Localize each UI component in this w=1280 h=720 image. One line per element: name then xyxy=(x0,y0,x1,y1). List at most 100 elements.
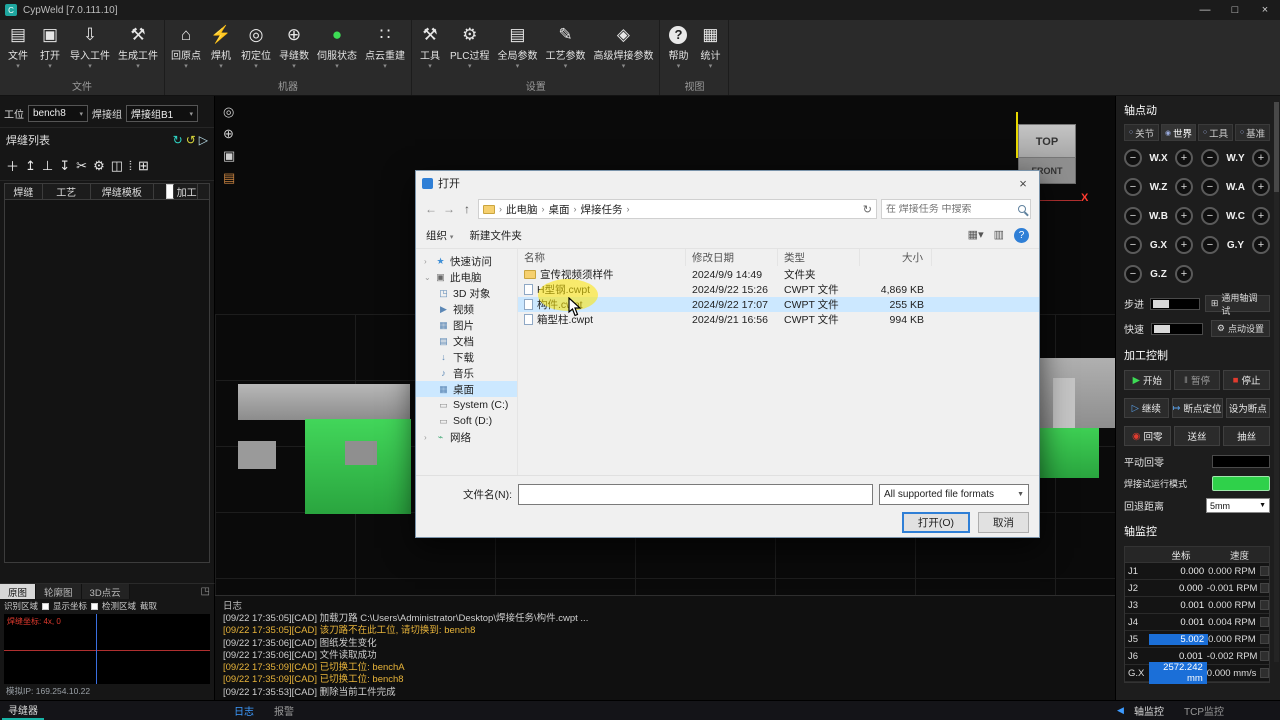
breadcrumb[interactable]: › 此电脑 › 桌面 › 焊接任务 › ↻ xyxy=(478,199,877,219)
new-folder-button[interactable]: 新建文件夹 xyxy=(469,228,522,243)
move-bottom-icon[interactable]: ↧ xyxy=(59,158,70,174)
seam-table-body[interactable] xyxy=(5,200,209,562)
sidebar-item-drive-d[interactable]: ▭Soft (D:) xyxy=(416,413,517,429)
start-button[interactable]: ▶开始 xyxy=(1124,370,1171,390)
jog-minus-button[interactable]: − xyxy=(1201,149,1219,167)
axis-debug-button[interactable]: ⊞通用轴调试 xyxy=(1205,295,1270,312)
tab-seam-finder[interactable]: 寻缝器 xyxy=(2,701,44,720)
tab-world[interactable]: ◉世界 xyxy=(1161,124,1196,141)
breadcrumb-this-pc[interactable]: 此电脑 xyxy=(506,202,538,217)
tab-contour-image[interactable]: 轮廓图 xyxy=(36,584,82,599)
camera-tool-icon[interactable]: ⊕ xyxy=(223,126,235,142)
open-button[interactable]: 打开(O) xyxy=(902,512,970,533)
refresh-cycle-icon[interactable]: ↻ xyxy=(173,133,183,147)
column-header-size[interactable]: 大小 xyxy=(860,249,932,266)
column-header-machining[interactable]: 加工 xyxy=(154,184,209,199)
play-outline-icon[interactable]: ▷ xyxy=(199,133,208,147)
ribbon-item-process-params[interactable]: ✎工艺参数▾ xyxy=(541,24,589,71)
close-button[interactable]: × xyxy=(1250,0,1280,20)
slider-handle[interactable] xyxy=(1153,300,1169,308)
jog-plus-button[interactable]: + xyxy=(1252,236,1270,254)
ribbon-item-servo-status[interactable]: ●伺服状态▾ xyxy=(313,24,361,71)
jog-minus-button[interactable]: − xyxy=(1124,207,1142,225)
tab-joint[interactable]: ○关节 xyxy=(1124,124,1159,141)
grid-icon[interactable]: ⊞ xyxy=(138,158,149,174)
dialog-help-icon[interactable]: ? xyxy=(1014,228,1029,243)
jog-minus-button[interactable]: − xyxy=(1201,207,1219,225)
detect-area-checkbox[interactable] xyxy=(91,603,98,610)
jog-plus-button[interactable]: + xyxy=(1175,236,1193,254)
axis-option-icon[interactable] xyxy=(1260,583,1269,593)
maximize-button[interactable]: □ xyxy=(1220,0,1250,20)
tab-tool[interactable]: ○工具 xyxy=(1198,124,1233,141)
sidebar-item-this-pc[interactable]: ⌄▣此电脑 xyxy=(416,269,517,285)
sidebar-item-3d-objects[interactable]: ◳3D 对象 xyxy=(416,285,517,301)
jog-plus-button[interactable]: + xyxy=(1252,207,1270,225)
jog-minus-button[interactable]: − xyxy=(1124,178,1142,196)
ribbon-item-home-origin[interactable]: ⌂回原点▾ xyxy=(167,24,205,71)
ribbon-item-global-params[interactable]: ▤全局参数▾ xyxy=(493,24,541,71)
organize-button[interactable]: 组织 ▾ xyxy=(426,228,453,243)
jog-plus-button[interactable]: + xyxy=(1175,265,1193,283)
refresh-icon[interactable]: ↻ xyxy=(863,203,872,216)
workpiece-gray-notch[interactable] xyxy=(345,441,377,465)
sidebar-item-network[interactable]: ›⌁网络 xyxy=(416,429,517,445)
ribbon-item-welder[interactable]: ⚡焊机▾ xyxy=(205,24,237,71)
orbit-tool-icon[interactable]: ◎ xyxy=(223,104,235,120)
jog-plus-button[interactable]: + xyxy=(1175,149,1193,167)
wire-feed-button[interactable]: 送丝 xyxy=(1174,426,1221,446)
workpiece-green-slab[interactable] xyxy=(305,419,411,514)
ribbon-item-help[interactable]: ?帮助▾ xyxy=(662,24,694,71)
weld-group-select[interactable]: 焊接组B1▾ xyxy=(126,105,198,122)
minimize-button[interactable]: — xyxy=(1190,0,1220,20)
add-seam-icon[interactable]: ＋ xyxy=(6,156,19,175)
loop-icon[interactable]: ↺ xyxy=(186,133,196,147)
jog-plus-button[interactable]: + xyxy=(1175,178,1193,196)
pan-home-indicator[interactable] xyxy=(1212,455,1270,468)
jog-minus-button[interactable]: − xyxy=(1124,149,1142,167)
panel-scrollbar[interactable] xyxy=(1274,102,1279,662)
preview-pane-icon[interactable]: ▥ xyxy=(994,228,1004,243)
ribbon-item-initial-position[interactable]: ◎初定位▾ xyxy=(237,24,275,71)
view-cube-top-face[interactable]: TOP xyxy=(1018,124,1076,158)
tab-datum[interactable]: ○基准 xyxy=(1235,124,1270,141)
folder-tool-icon[interactable]: ▤ xyxy=(223,170,235,186)
axis-option-icon[interactable] xyxy=(1260,634,1269,644)
axis-option-icon[interactable] xyxy=(1260,600,1269,610)
sidebar-item-quick-access[interactable]: ›★快速访问 xyxy=(416,253,517,269)
jog-minus-button[interactable]: − xyxy=(1201,236,1219,254)
wire-back-button[interactable]: 抽丝 xyxy=(1223,426,1270,446)
dry-run-toggle[interactable] xyxy=(1212,476,1270,491)
axis-option-icon[interactable] xyxy=(1260,617,1269,627)
collapse-panel-icon[interactable]: ◀ xyxy=(1117,701,1124,720)
sidebar-item-documents[interactable]: ▤文档 xyxy=(416,333,517,349)
filename-input[interactable] xyxy=(518,484,873,505)
jog-plus-button[interactable]: + xyxy=(1252,178,1270,196)
slider-handle[interactable] xyxy=(1154,325,1170,333)
ribbon-item-generate-workpiece[interactable]: ⚒生成工件▾ xyxy=(114,24,162,71)
search-box[interactable] xyxy=(881,199,1031,219)
up-icon[interactable]: ↑ xyxy=(460,202,474,216)
sidebar-item-desktop[interactable]: ▦桌面 xyxy=(416,381,517,397)
monitor-row-j5[interactable]: J55.0020.000 RPM xyxy=(1125,631,1269,648)
mirror-icon[interactable]: ◫ xyxy=(111,158,123,174)
ribbon-item-file[interactable]: ▤文件▾ xyxy=(2,24,34,71)
back-icon[interactable]: ← xyxy=(424,202,438,216)
view-mode-icon[interactable]: ▦▾ xyxy=(968,228,984,243)
file-row-folder[interactable]: 宣传视频须样件 2024/9/9 14:49 文件夹 xyxy=(518,267,1039,282)
column-header-process[interactable]: 工艺 xyxy=(43,184,91,199)
column-header-name[interactable]: 名称 xyxy=(518,249,686,266)
sidebar-item-music[interactable]: ♪音乐 xyxy=(416,365,517,381)
column-header-date[interactable]: 修改日期 xyxy=(686,249,778,266)
breadcrumb-weld-tasks[interactable]: 焊接任务 xyxy=(581,202,623,217)
search-input[interactable] xyxy=(886,204,1018,215)
column-header-type[interactable]: 类型 xyxy=(778,249,860,266)
workpiece-gray-right[interactable] xyxy=(1037,358,1115,428)
station-select[interactable]: bench8▾ xyxy=(28,105,88,122)
file-format-select[interactable]: All supported file formats▼ xyxy=(879,484,1029,505)
monitor-row-gx[interactable]: G.X2572.242 mm0.000 mm/s xyxy=(1125,665,1269,682)
dialog-close-button[interactable]: × xyxy=(1007,171,1039,195)
machining-checkbox[interactable] xyxy=(166,184,174,199)
tab-tcp-monitor[interactable]: TCP监控 xyxy=(1178,701,1230,720)
tab-raw-image[interactable]: 原图 xyxy=(0,584,36,599)
